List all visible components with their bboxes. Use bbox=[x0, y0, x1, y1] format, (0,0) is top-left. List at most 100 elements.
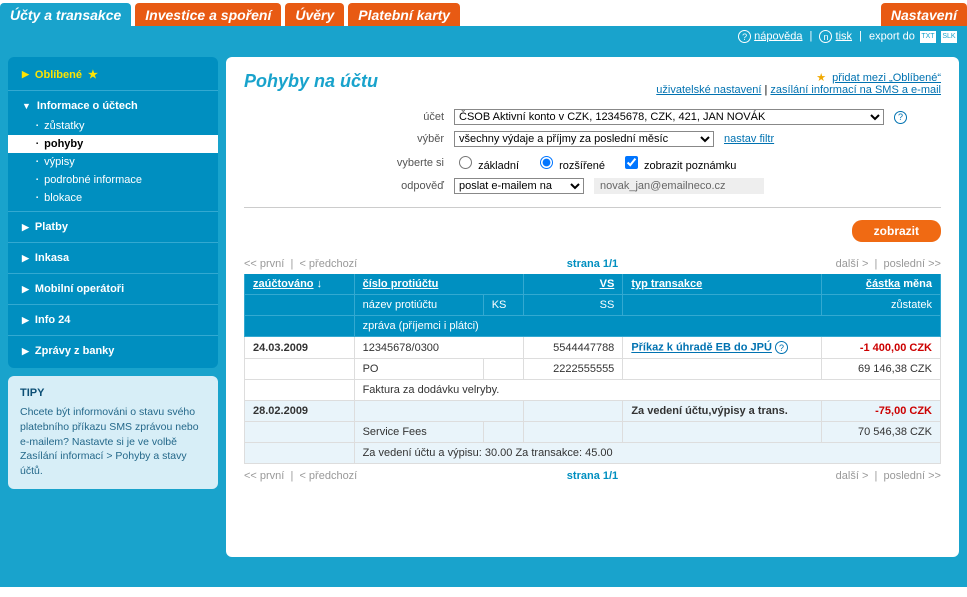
movements-table: zaúčtováno ↓ číslo protiúčtu VS typ tran… bbox=[244, 274, 941, 464]
cell-vs: 5544447788 bbox=[523, 337, 623, 359]
pager-prev[interactable]: < předchozí bbox=[299, 470, 357, 482]
export-slk[interactable]: SLK bbox=[941, 31, 957, 43]
radio-extended[interactable]: rozšířené bbox=[535, 153, 605, 172]
tab-accounts[interactable]: Účty a transakce bbox=[0, 3, 131, 26]
cell-counter-name: Service Fees bbox=[354, 422, 483, 443]
caret-right-icon: ▶ bbox=[22, 346, 29, 357]
cell-counter-acct: 12345678/0300 bbox=[354, 337, 523, 359]
pager-next[interactable]: další > bbox=[836, 470, 869, 482]
table-row: Faktura za dodávku velryby. bbox=[245, 380, 941, 401]
sidebar-collections[interactable]: ▶ Inkasa bbox=[8, 247, 218, 269]
account-select[interactable]: ČSOB Aktivní konto v CZK, 12345678, CZK,… bbox=[454, 109, 884, 125]
choose-label: vyberte si bbox=[244, 157, 444, 169]
help-icon[interactable]: ? bbox=[894, 111, 907, 124]
main-top: Pohyby na účtu ★ přidat mezi „Oblíbené“ … bbox=[244, 71, 941, 96]
divider bbox=[8, 273, 218, 274]
send-info-link[interactable]: zasílání informací na SMS a e-mail bbox=[770, 84, 941, 96]
th-posted[interactable]: zaúčtováno ↓ bbox=[245, 274, 355, 295]
caret-right-icon: ▶ bbox=[22, 69, 29, 80]
sidebar-mobile-label: Mobilní operátoři bbox=[35, 283, 124, 295]
sidebar-payments-label: Platby bbox=[35, 221, 68, 233]
help-icon[interactable]: ? bbox=[775, 341, 788, 354]
export-label: export do bbox=[869, 30, 915, 42]
pager-prev[interactable]: < předchozí bbox=[299, 258, 357, 270]
sidebar-item-details[interactable]: podrobné informace bbox=[8, 171, 218, 189]
pager-page: strana 1/1 bbox=[476, 470, 708, 482]
table-row: 24.03.2009 12345678/0300 5544447788 Přík… bbox=[245, 337, 941, 359]
app-body: ▶ Oblíbené ★ ▼ Informace o účtech zůstat… bbox=[0, 47, 967, 587]
th-counter[interactable]: číslo protiúčtu bbox=[354, 274, 523, 295]
radio-basic[interactable]: základní bbox=[454, 153, 519, 172]
cell-ss: 2222555555 bbox=[523, 359, 623, 380]
pager-first[interactable]: << první bbox=[244, 258, 284, 270]
top-tabs: Účty a transakce Investice a spoření Úvě… bbox=[0, 0, 967, 26]
sidebar-section-accounts[interactable]: ▼ Informace o účtech bbox=[8, 95, 218, 117]
sidebar-messages-label: Zprávy z banky bbox=[35, 345, 114, 357]
selection-select[interactable]: všechny výdaje a příjmy za poslední měsí… bbox=[454, 131, 714, 147]
th-ks: KS bbox=[483, 295, 523, 316]
pager-page: strana 1/1 bbox=[476, 258, 708, 270]
cell-message: Za vedení účtu a výpisu: 30.00 Za transa… bbox=[354, 443, 940, 464]
sidebar-info24[interactable]: ▶ Info 24 bbox=[8, 309, 218, 331]
sidebar-item-balances[interactable]: zůstatky bbox=[8, 117, 218, 135]
th-vs[interactable]: VS bbox=[523, 274, 623, 295]
print-icon[interactable]: n bbox=[819, 30, 832, 43]
cell-balance: 70 546,38 CZK bbox=[821, 422, 940, 443]
sidebar-item-movements[interactable]: pohyby bbox=[8, 135, 218, 153]
tab-cards[interactable]: Platební karty bbox=[348, 3, 460, 26]
cell-counter-acct bbox=[354, 401, 523, 422]
pager-top: << první | < předchozí strana 1/1 další … bbox=[244, 258, 941, 270]
filter-form: účet ČSOB Aktivní konto v CZK, 12345678,… bbox=[244, 106, 941, 208]
user-settings-link[interactable]: uživatelské nastavení bbox=[656, 84, 761, 96]
sidebar-item-statements[interactable]: výpisy bbox=[8, 153, 218, 171]
response-select[interactable]: poslat e-mailem na bbox=[454, 178, 584, 194]
selection-label: výběr bbox=[244, 133, 444, 145]
checkbox-show-note[interactable]: zobrazit poznámku bbox=[621, 153, 736, 172]
tips-panel: TIPY Chcete být informováni o stavu svéh… bbox=[8, 376, 218, 489]
tab-investments[interactable]: Investice a spoření bbox=[135, 3, 281, 26]
cell-ss bbox=[523, 422, 623, 443]
sidebar-collections-label: Inkasa bbox=[35, 252, 69, 264]
add-favorite-link[interactable]: přidat mezi „Oblíbené“ bbox=[832, 72, 941, 84]
cell-type[interactable]: Příkaz k úhradě EB do JPÚ ? bbox=[623, 337, 821, 359]
star-icon: ★ bbox=[816, 72, 826, 84]
tab-settings[interactable]: Nastavení bbox=[881, 3, 967, 26]
sidebar-favorites[interactable]: ▶ Oblíbené ★ bbox=[8, 63, 218, 86]
th-type[interactable]: typ transakce bbox=[623, 274, 821, 295]
sidebar-favorites-label: Oblíbené bbox=[35, 69, 82, 81]
caret-right-icon: ▶ bbox=[22, 253, 29, 264]
divider bbox=[8, 90, 218, 91]
caret-right-icon: ▶ bbox=[22, 315, 29, 326]
pager-last[interactable]: poslední >> bbox=[883, 258, 941, 270]
pager-last[interactable]: poslední >> bbox=[883, 470, 941, 482]
table-row: Za vedení účtu a výpisu: 30.00 Za transa… bbox=[245, 443, 941, 464]
th-amount[interactable]: částka měna bbox=[821, 274, 940, 295]
pager-bottom: << první | < předchozí strana 1/1 další … bbox=[244, 470, 941, 482]
pager-next[interactable]: další > bbox=[836, 258, 869, 270]
page-title: Pohyby na účtu bbox=[244, 71, 378, 92]
pager-first[interactable]: << první bbox=[244, 470, 284, 482]
th-balance: zůstatek bbox=[821, 295, 940, 316]
set-filter-link[interactable]: nastav filtr bbox=[724, 133, 774, 145]
sidebar-messages[interactable]: ▶ Zprávy z banky bbox=[8, 340, 218, 362]
cell-counter-name: PO bbox=[354, 359, 483, 380]
cell-date: 24.03.2009 bbox=[245, 337, 355, 359]
sidebar-mobile[interactable]: ▶ Mobilní operátoři bbox=[8, 278, 218, 300]
divider bbox=[8, 335, 218, 336]
cell-balance: 69 146,38 CZK bbox=[821, 359, 940, 380]
caret-right-icon: ▶ bbox=[22, 222, 29, 233]
print-link[interactable]: tisk bbox=[836, 30, 853, 42]
sidebar: ▶ Oblíbené ★ ▼ Informace o účtech zůstat… bbox=[8, 57, 218, 557]
sidebar-info24-label: Info 24 bbox=[35, 314, 70, 326]
sidebar-item-block[interactable]: blokace bbox=[8, 189, 218, 207]
sidebar-payments[interactable]: ▶ Platby bbox=[8, 216, 218, 238]
help-link[interactable]: nápověda bbox=[754, 30, 802, 42]
cell-type: Za vedení účtu,výpisy a trans. bbox=[623, 401, 821, 422]
account-label: účet bbox=[244, 111, 444, 123]
show-button[interactable]: zobrazit bbox=[852, 220, 941, 242]
table-row: 28.02.2009 Za vedení účtu,výpisy a trans… bbox=[245, 401, 941, 422]
export-txt[interactable]: TXT bbox=[920, 31, 936, 43]
tab-loans[interactable]: Úvěry bbox=[285, 3, 344, 26]
help-icon[interactable]: ? bbox=[738, 30, 751, 43]
divider bbox=[8, 211, 218, 212]
